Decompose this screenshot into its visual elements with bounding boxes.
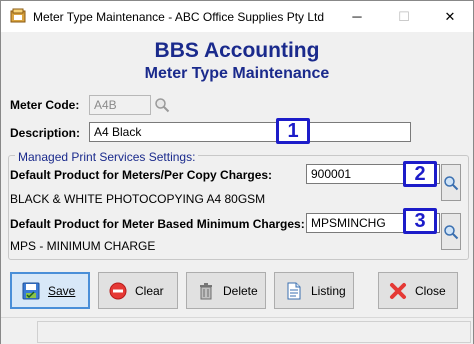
save-button[interactable]: Save: [10, 272, 90, 309]
clear-button-label: Clear: [135, 283, 164, 298]
close-window-button[interactable]: ✕: [427, 1, 473, 32]
minimize-button[interactable]: ─: [334, 1, 380, 32]
bin-icon: [197, 282, 215, 300]
meter-code-field[interactable]: A4B: [89, 95, 151, 115]
listing-button-label: Listing: [311, 283, 346, 298]
page-title: Meter Type Maintenance: [144, 65, 330, 82]
app-icon: [10, 8, 26, 24]
close-button-label: Close: [415, 283, 446, 298]
status-bar: [1, 317, 473, 344]
no-entry-icon: [109, 282, 127, 300]
clear-button[interactable]: Clear: [98, 272, 178, 309]
maximize-button[interactable]: ☐: [381, 1, 427, 32]
close-button[interactable]: Close: [378, 272, 458, 309]
minimum-charge-product-description: MPS - MINIMUM CHARGE: [10, 239, 156, 253]
callout-1: 1: [276, 118, 310, 144]
app-heading: BBS Accounting: [154, 39, 320, 62]
title-bar[interactable]: Meter Type Maintenance - ABC Office Supp…: [1, 1, 473, 32]
meter-code-lookup-icon[interactable]: [152, 95, 172, 115]
per-copy-product-description: BLACK & WHITE PHOTOCOPYING A4 80GSM: [10, 192, 266, 206]
per-copy-label: Default Product for Meters/Per Copy Char…: [10, 168, 273, 182]
save-icon: [22, 282, 40, 300]
callout-3: 3: [403, 208, 437, 234]
description-label: Description:: [10, 126, 81, 140]
red-x-icon: [389, 282, 407, 300]
document-icon: [285, 282, 303, 300]
window-title: Meter Type Maintenance - ABC Office Supp…: [33, 10, 325, 24]
listing-button[interactable]: Listing: [274, 272, 354, 309]
per-copy-lookup-icon[interactable]: [441, 164, 461, 201]
app-window: Meter Type Maintenance - ABC Office Supp…: [0, 0, 474, 344]
delete-button-label: Delete: [223, 283, 258, 298]
meter-code-label: Meter Code:: [10, 98, 80, 112]
save-button-label: Save: [48, 283, 76, 298]
group-legend: Managed Print Services Settings:: [15, 150, 199, 164]
delete-button[interactable]: Delete: [186, 272, 266, 309]
description-field[interactable]: A4 Black: [89, 122, 411, 142]
minimum-charge-label: Default Product for Meter Based Minimum …: [10, 217, 305, 231]
minimum-charge-lookup-icon[interactable]: [441, 213, 461, 250]
callout-2: 2: [403, 161, 437, 187]
status-panel: [37, 321, 471, 343]
